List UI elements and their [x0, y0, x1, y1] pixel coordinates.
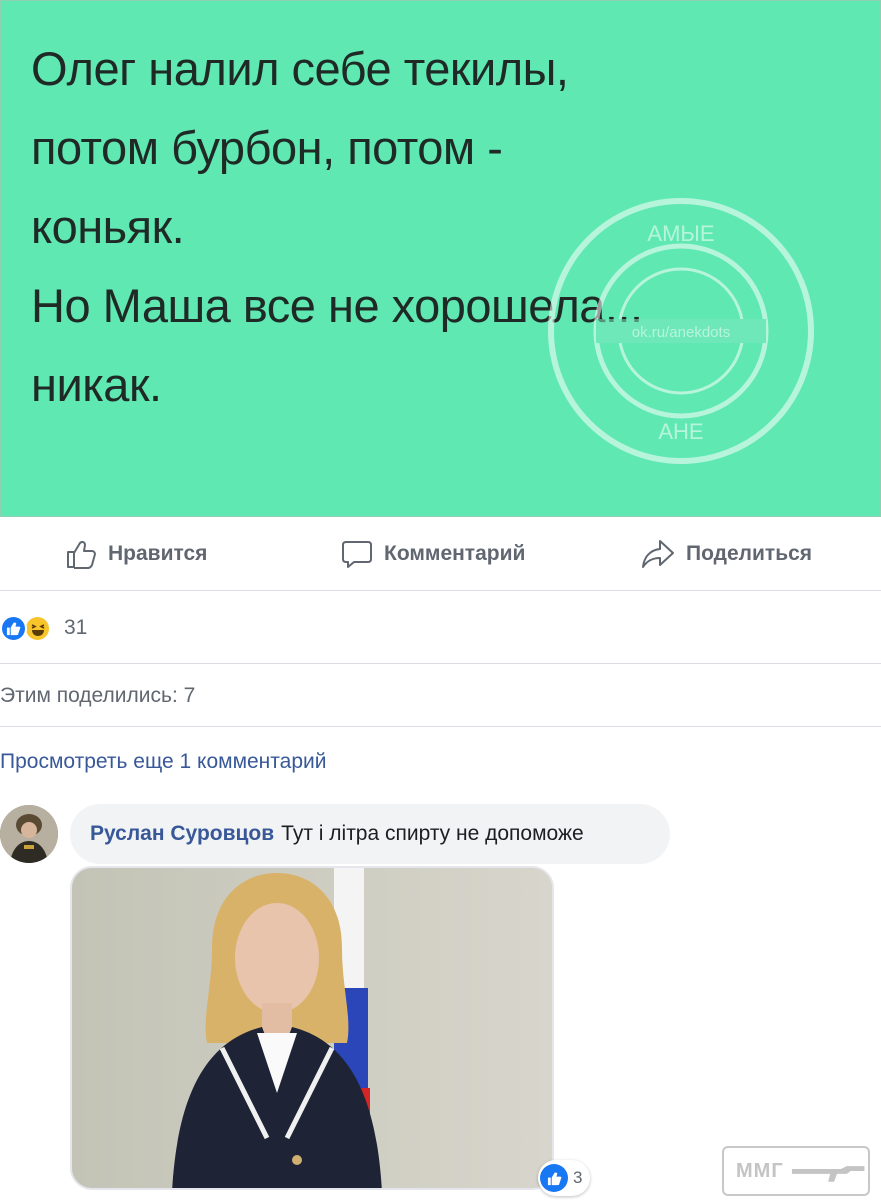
portrait-photo [72, 868, 552, 1188]
watermark-text: ММГ [736, 1159, 784, 1182]
like-label: Нравится [108, 542, 208, 565]
reaction-count: 31 [64, 615, 88, 639]
view-more-comments-link[interactable]: Просмотреть еще 1 комментарий [0, 750, 326, 774]
reactions-summary[interactable]: 31 [0, 592, 881, 664]
like-reaction-icon [0, 614, 27, 642]
comment-label: Комментарий [384, 542, 526, 565]
svg-text:АМЫЕ: АМЫЕ [647, 221, 714, 246]
comment-button[interactable]: Комментарий [340, 537, 525, 571]
stamp-url-text: ok.ru/anekdots [632, 324, 730, 341]
post-image[interactable]: Олег налил себе текилы, потом бурбон, по… [0, 0, 881, 517]
mmg-watermark-logo: ММГ [722, 1146, 870, 1196]
reaction-icons [0, 613, 62, 643]
meme-line: Олег налил себе текилы, [31, 42, 569, 95]
shares-text: Этим поделились: 7 [0, 683, 196, 707]
comment-like-count: 3 [573, 1168, 583, 1187]
meme-line: потом бурбон, потом - [31, 121, 503, 174]
share-label: Поделиться [686, 542, 813, 565]
comment-like-badge[interactable]: 3 [538, 1160, 591, 1196]
rifle-icon [791, 1166, 865, 1182]
comment-bubble: Руслан Суровцов Тут і літра спирту не до… [70, 804, 670, 864]
svg-text:АНЕ: АНЕ [658, 419, 703, 444]
speech-bubble-icon [342, 541, 372, 568]
like-reaction-icon [540, 1164, 568, 1192]
haha-reaction-icon [24, 614, 51, 642]
share-button[interactable]: Поделиться [640, 537, 812, 571]
avatar[interactable] [0, 805, 58, 863]
comment-photo[interactable] [70, 866, 554, 1190]
avatar-person-icon [0, 805, 58, 863]
post-action-bar: Нравится Комментарий Поделиться [0, 517, 881, 591]
shares-count[interactable]: Этим поделились: 7 [0, 665, 881, 727]
thumbs-up-icon [67, 540, 96, 569]
like-button[interactable]: Нравится [64, 537, 207, 571]
comment-text: Тут і літра спирту не допоможе [281, 822, 584, 845]
anekdots-stamp-logo: ok.ru/anekdots АМЫЕ АНЕ [548, 198, 814, 464]
comment-author-link[interactable]: Руслан Суровцов [90, 822, 274, 846]
share-arrow-icon [642, 540, 674, 568]
